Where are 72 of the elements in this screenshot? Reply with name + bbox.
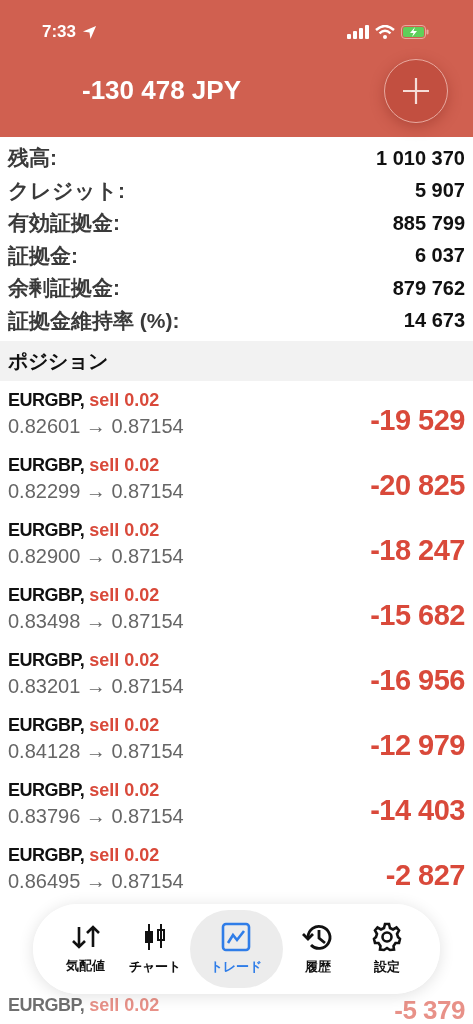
position-side: sell 0.02 xyxy=(89,995,160,1015)
position-side: sell 0.02 xyxy=(89,649,160,670)
position-profit: -15 682 xyxy=(370,599,465,632)
position-prices: 0.86495 → 0.87154 xyxy=(8,869,185,893)
position-prices: 0.83498 → 0.87154 xyxy=(8,609,185,633)
account-value: 879 762 xyxy=(392,276,465,300)
position-profit: -16 956 xyxy=(370,664,465,697)
account-value: 885 799 xyxy=(392,211,465,235)
position-profit: -2 827 xyxy=(385,859,465,892)
up-down-arrows-icon xyxy=(70,923,101,951)
position-profit: -5 379 xyxy=(394,995,465,1024)
position-prices: 0.84128 → 0.87154 xyxy=(8,739,185,763)
plus-icon xyxy=(401,75,431,106)
position-row[interactable]: EURGBP, sell 0.02 0.84128 → 0.87154 -12 979 xyxy=(0,706,473,771)
section-title: ポジション xyxy=(8,348,108,374)
position-prices: 0.82601 → 0.87154 xyxy=(8,414,185,438)
account-label: 有効証拠金: xyxy=(8,210,120,237)
position-side: sell 0.02 xyxy=(89,519,160,540)
position-row[interactable]: EURGBP, sell 0.02 0.82601 → 0.87154 -19 529 xyxy=(0,381,473,446)
line-chart-icon xyxy=(221,922,252,952)
account-value: 14 673 xyxy=(403,309,465,333)
nav-tab[interactable]: チャート xyxy=(120,910,190,988)
position-side: sell 0.02 xyxy=(89,584,160,605)
position-row[interactable]: EURGBP, sell 0.02 0.82900 → 0.87154 -18 247 xyxy=(0,511,473,576)
position-prices: 0.83796 → 0.87154 xyxy=(8,804,185,828)
position-profit: -19 529 xyxy=(370,404,465,437)
position-profit: -14 403 xyxy=(370,794,465,827)
status-time: 7:33 xyxy=(42,22,77,42)
position-symbol: EURGBP, xyxy=(8,779,85,800)
wifi-icon xyxy=(375,25,395,39)
position-row[interactable]: EURGBP, sell 0.02 0.82299 → 0.87154 -20 825 xyxy=(0,446,473,511)
position-prices: 0.83201 → 0.87154 xyxy=(8,674,185,698)
position-profit: -12 979 xyxy=(370,729,465,762)
position-row[interactable]: EURGBP, sell 0.02 -5 379 xyxy=(0,995,473,1024)
position-profit: -18 247 xyxy=(370,534,465,567)
position-side: sell 0.02 xyxy=(89,454,160,475)
floating-profit-amount: -130 478 JPY xyxy=(82,75,242,106)
position-row[interactable]: EURGBP, sell 0.02 0.83201 → 0.87154 -16 956 xyxy=(0,641,473,706)
position-prices: 0.82900 → 0.87154 xyxy=(8,544,185,568)
position-symbol: EURGBP, xyxy=(8,649,85,670)
position-symbol: EURGBP, xyxy=(8,844,85,865)
nav-tab[interactable]: 設定 xyxy=(352,910,422,988)
position-prices: 0.82299 → 0.87154 xyxy=(8,479,185,503)
position-row[interactable]: EURGBP, sell 0.02 0.83796 → 0.87154 -14 403 xyxy=(0,771,473,836)
account-label: 残高: xyxy=(8,145,57,172)
account-value: 6 037 xyxy=(414,244,465,268)
position-side: sell 0.02 xyxy=(89,779,160,800)
position-symbol: EURGBP, xyxy=(8,519,85,540)
account-label: 証拠金: xyxy=(8,242,78,269)
position-profit: -20 825 xyxy=(370,469,465,502)
account-value: 5 907 xyxy=(414,179,465,203)
account-label: 余剰証拠金: xyxy=(8,275,120,302)
account-label: 証拠金維持率 (%): xyxy=(8,307,180,334)
signal-icon xyxy=(347,25,369,39)
position-side: sell 0.02 xyxy=(89,389,160,410)
location-arrow-icon xyxy=(82,24,98,40)
battery-charging-icon xyxy=(401,25,429,39)
account-label: クレジット: xyxy=(8,177,125,204)
position-symbol: EURGBP, xyxy=(8,714,85,735)
position-symbol: EURGBP, xyxy=(8,995,85,1015)
position-side: sell 0.02 xyxy=(89,844,160,865)
position-row[interactable]: EURGBP, sell 0.02 0.83498 → 0.87154 -15 682 xyxy=(0,576,473,641)
history-icon xyxy=(301,922,334,952)
settings-icon xyxy=(372,922,403,952)
position-symbol: EURGBP, xyxy=(8,389,85,410)
position-symbol: EURGBP, xyxy=(8,584,85,605)
nav-tab[interactable]: 履歴 xyxy=(283,910,353,988)
position-symbol: EURGBP, xyxy=(8,454,85,475)
nav-tab[interactable]: 気配値 xyxy=(51,910,121,988)
position-side: sell 0.02 xyxy=(89,714,160,735)
account-value: 1 010 370 xyxy=(376,146,465,170)
position-row[interactable]: EURGBP, sell 0.02 0.86495 → 0.87154 -2 827 xyxy=(0,836,473,901)
